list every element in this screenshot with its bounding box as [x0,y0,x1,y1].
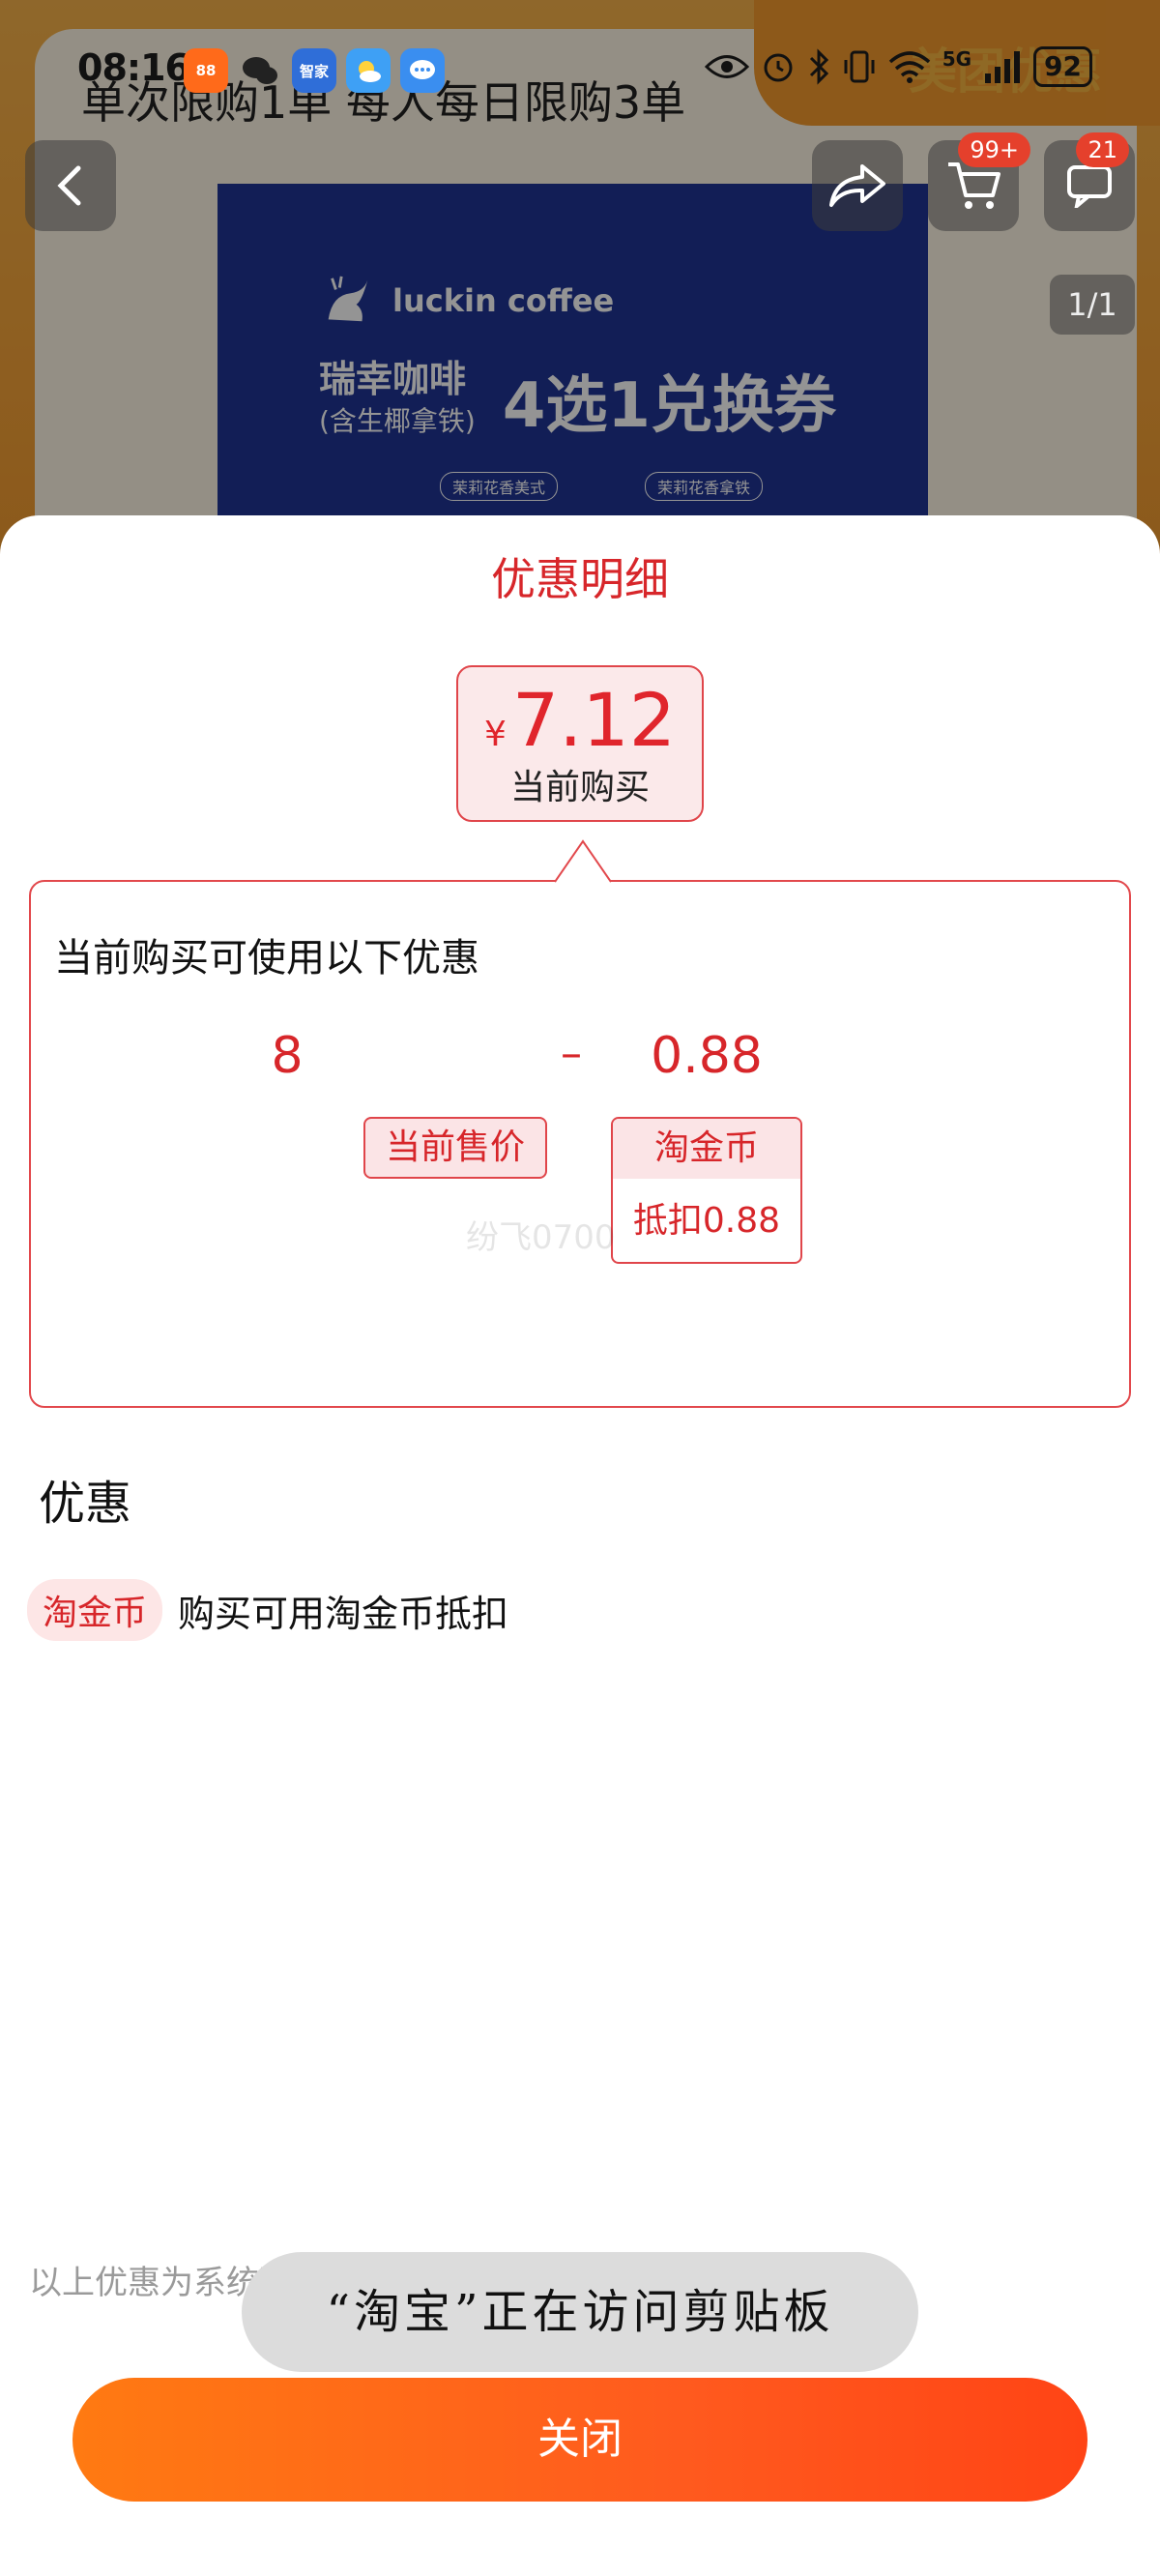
original-price-chip: 当前售价 [363,1117,547,1179]
close-button[interactable]: 关闭 [72,2378,1088,2502]
promo-text: 购买可用淘金币抵扣 [178,1592,509,1635]
sheet-title: 优惠明细 [491,553,669,605]
wifi-icon [888,51,930,83]
section-title-discounts: 优惠 [39,1477,132,1531]
messages-icon [400,48,445,93]
message-badge: 21 [1076,132,1129,167]
clipboard-toast: “淘宝”正在访问剪贴板 [242,2252,918,2372]
eye-icon [704,55,749,78]
promo-item: 淘金币 购买可用淘金币抵扣 [27,1579,508,1641]
back-button[interactable] [25,140,116,231]
network-type: 5G [942,47,972,71]
status-time: 08:16 [77,46,190,89]
message-icon [1067,165,1112,208]
bluetooth-icon [809,48,828,85]
vibrate-icon [844,50,875,83]
system-icons: 5G 92 [704,46,1092,87]
notification-app-icons: 88 智家 [184,48,445,93]
watermark-text: 纷飞0700 [466,1218,616,1257]
card-pointer [555,839,611,884]
signal-icon [985,51,1021,83]
messages-button[interactable]: 21 [1044,132,1135,231]
share-button[interactable] [812,140,903,231]
discount-detail-sheet: 优惠明细 ¥ 7.12 当前购买 当前购买可使用以下优惠 8 – 0.88 当前… [0,515,1160,2576]
discount-value: 0.88 [651,1027,763,1085]
alarm-icon [764,53,793,82]
cart-badge: 99+ [958,132,1030,167]
price-value: 7.12 [511,677,677,763]
shopping-app-icon: 88 [184,48,228,93]
price-label: 当前购买 [509,768,650,807]
battery-indicator: 92 [1033,46,1092,87]
current-price-box: ¥ 7.12 当前购买 [456,665,704,822]
status-bar: 08:16 88 智家 5G 92 [0,0,1160,145]
discount-breakdown-card: 当前购买可使用以下优惠 8 – 0.88 当前售价 淘金币 抵扣0.88 纷飞0… [29,880,1131,1408]
image-pager: 1/1 [1050,275,1135,335]
coin-discount-box: 淘金币 抵扣0.88 [611,1117,802,1264]
share-icon [829,164,885,207]
cart-button[interactable]: 99+ [928,132,1030,231]
smart-home-icon: 智家 [292,48,336,93]
wechat-icon [238,48,282,93]
minus-operator: – [561,1029,582,1078]
weather-icon [346,48,391,93]
chevron-left-icon [57,165,81,206]
original-price-value: 8 [271,1027,304,1085]
breakdown-heading: 当前购买可使用以下优惠 [54,936,479,981]
promo-tag: 淘金币 [27,1579,163,1641]
price-currency: ¥ [483,715,507,754]
coin-deduct-text: 抵扣0.88 [632,1201,781,1241]
coin-label: 淘金币 [613,1119,800,1179]
